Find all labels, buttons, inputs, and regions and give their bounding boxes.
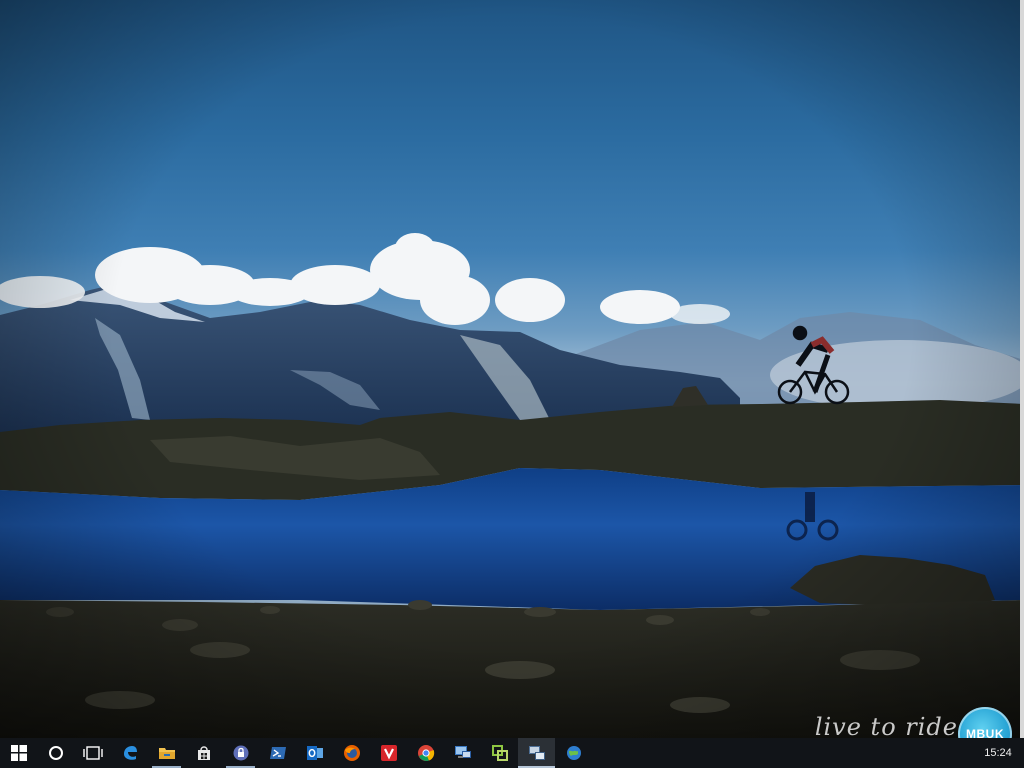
vivaldi-icon bbox=[380, 745, 397, 761]
taskbar-app-vivaldi[interactable] bbox=[370, 738, 407, 768]
taskbar-app-chrome[interactable] bbox=[407, 738, 444, 768]
screen-edge bbox=[1020, 0, 1024, 738]
network-window-icon bbox=[528, 746, 545, 760]
windows-logo-icon bbox=[10, 745, 27, 761]
firefox-icon bbox=[343, 745, 360, 761]
taskbar-app-remote-desktop[interactable] bbox=[444, 738, 481, 768]
remote-desktop-icon bbox=[454, 746, 471, 758]
vmware-icon bbox=[491, 745, 508, 761]
search-button[interactable] bbox=[37, 738, 74, 768]
taskbar-app-edge[interactable] bbox=[111, 738, 148, 768]
system-clock[interactable]: 15:24 bbox=[972, 738, 1024, 768]
taskbar: 15:24 bbox=[0, 738, 1024, 768]
store-icon bbox=[197, 746, 210, 760]
start-button[interactable] bbox=[0, 738, 37, 768]
taskbar-app-firefox[interactable] bbox=[333, 738, 370, 768]
edge-icon bbox=[123, 746, 137, 760]
taskbar-app-globe[interactable] bbox=[555, 738, 592, 768]
desktop-wallpaper: live to ride MBUK bbox=[0, 0, 1024, 738]
taskbar-app-keepass[interactable] bbox=[222, 738, 259, 768]
taskbar-app-vmware[interactable] bbox=[481, 738, 518, 768]
taskbar-app-file-explorer[interactable] bbox=[148, 738, 185, 768]
taskbar-app-powershell[interactable] bbox=[259, 738, 296, 768]
taskbar-app-outlook[interactable] bbox=[296, 738, 333, 768]
powershell-icon bbox=[269, 747, 286, 759]
taskbar-app-network-window[interactable] bbox=[518, 738, 555, 768]
globe-app-icon bbox=[566, 746, 581, 760]
file-explorer-icon bbox=[158, 748, 175, 759]
wallpaper-scene bbox=[0, 233, 1024, 738]
wallpaper-watermark-text: live to ride bbox=[814, 713, 958, 738]
outlook-icon bbox=[306, 746, 323, 760]
task-view-button[interactable] bbox=[74, 738, 111, 768]
task-view-icon bbox=[82, 746, 103, 760]
cortana-circle-icon bbox=[48, 746, 63, 760]
chrome-icon bbox=[417, 745, 434, 761]
keepass-lock-icon bbox=[233, 745, 248, 761]
taskbar-app-store[interactable] bbox=[185, 738, 222, 768]
